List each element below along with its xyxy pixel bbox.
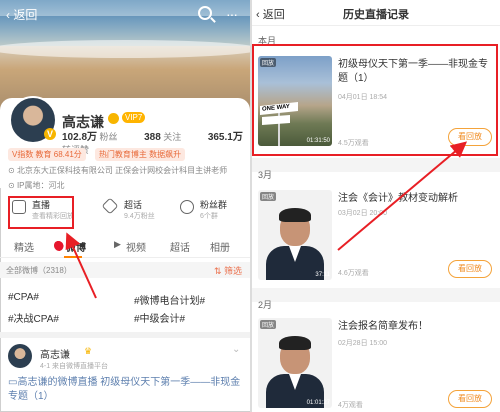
- playback-badge: 回放: [260, 58, 277, 67]
- fan-group-title: 粉丝群: [200, 200, 228, 210]
- follow-stat[interactable]: 388 关注: [144, 132, 193, 143]
- video-icon: ▶: [114, 239, 121, 249]
- hashtag-item[interactable]: #微博电台计划#: [134, 292, 205, 307]
- profile-tabs: 精选 微博 视频 超话 相册: [0, 236, 250, 258]
- section-label: 3月: [258, 170, 273, 180]
- record-thumbnail[interactable]: 回放 01:01:27: [258, 318, 332, 408]
- record-title: 初级母仪天下第一季——非现金专题（1）: [338, 59, 488, 84]
- hashtag-item[interactable]: #中级会计#: [134, 310, 185, 325]
- playback-badge: 回放: [260, 320, 277, 329]
- record-views: 4万观看: [338, 402, 363, 409]
- reposts-count: 365.1万: [207, 132, 243, 143]
- record-thumbnail[interactable]: 回放 37:11: [258, 190, 332, 280]
- replay-button[interactable]: 看回放: [448, 390, 492, 408]
- playback-badge: 回放: [260, 192, 277, 201]
- post-author[interactable]: 高志谦: [40, 346, 70, 361]
- post-text: ▭高志谦的微博直播 初级母仪天下第一季——非现金专题（1）: [8, 376, 244, 404]
- banner-wave: [0, 40, 250, 58]
- hashtag-item[interactable]: #决战CPA#: [8, 310, 59, 325]
- replay-button[interactable]: 看回放: [448, 260, 492, 278]
- follow-label: 关注: [163, 132, 182, 142]
- back-button-left[interactable]: ‹ 返回: [6, 6, 37, 23]
- vip-badge[interactable]: VIP7: [122, 112, 146, 123]
- tab-album[interactable]: 相册: [210, 239, 230, 254]
- follow-count: 388: [144, 132, 161, 143]
- super-topic-subtitle: 9.4万粉丝: [124, 213, 155, 220]
- record-title: 注会《会计》教材变动解析: [338, 193, 458, 204]
- tab-super-topic[interactable]: 超话: [170, 239, 190, 254]
- record-date: 03月02日 20:00: [338, 210, 388, 217]
- section-gap: [252, 288, 500, 302]
- ip-info: ⊙ IP属地：河北: [8, 181, 65, 190]
- crown-icon: ♛: [84, 346, 93, 356]
- super-topic-title: 超话: [124, 200, 143, 210]
- active-tab-indicator: [64, 256, 82, 258]
- company-text: 北京东大正保科技有限公司 正保会计网校会计科目主讲老师: [16, 166, 228, 175]
- live-record[interactable]: 回放 ONE WAY 01:31:50 初级母仪天下第一季——非现金专题（1） …: [258, 56, 494, 156]
- record-duration: 01:01:27: [306, 400, 330, 406]
- post-meta: 4-1 来自微博直播平台: [40, 363, 109, 370]
- fans-label: 粉丝: [99, 132, 118, 142]
- section-gap: [0, 332, 250, 338]
- section-label: 2月: [258, 300, 273, 310]
- chevron-down-icon[interactable]: ⌄: [232, 344, 240, 355]
- record-views: 4.6万观看: [338, 270, 369, 277]
- record-title: 注会报名简章发布！: [338, 321, 428, 332]
- ip-text: IP属地：河北: [16, 181, 65, 190]
- record-duration: 37:11: [315, 272, 330, 278]
- replay-button[interactable]: 看回放: [448, 128, 492, 146]
- person-hair: [279, 336, 311, 350]
- record-date: 04月01日 18:54: [338, 94, 388, 101]
- more-icon[interactable]: ···: [226, 6, 238, 22]
- tab-featured[interactable]: 精选: [14, 239, 34, 254]
- filter-button[interactable]: ⇅ 筛选: [214, 264, 242, 277]
- live-history-panel: ‹ 返回 历史直播记录 本月 回放 ONE WAY 01:31:50 初级母仪天…: [252, 0, 500, 412]
- live-record[interactable]: 回放 01:01:27 注会报名简章发布！ 02月28日 15:00 4万观看 …: [258, 318, 494, 412]
- hashtag-item[interactable]: #CPA#: [8, 292, 39, 303]
- record-date: 02月28日 15:00: [338, 340, 388, 347]
- diamond-icon: [101, 197, 119, 215]
- profile-tags: V指数 教育 68.41分 热门教育博主 数据飙升: [8, 148, 191, 161]
- hot-blogger-tag[interactable]: 热门教育博主 数据飙升: [94, 148, 186, 161]
- record-duration: 01:31:50: [306, 138, 330, 144]
- profile-topbar: ‹ 返回 ···: [0, 0, 250, 28]
- section-gap: [252, 158, 500, 172]
- search-icon[interactable]: [198, 6, 212, 20]
- company-info: ⊙ 北京东大正保科技有限公司 正保会计网校会计科目主讲老师: [8, 166, 228, 175]
- sign-board: [262, 115, 290, 125]
- page-title: 历史直播记录: [343, 9, 409, 21]
- v-index-tag[interactable]: V指数 教育 68.41分: [8, 148, 86, 161]
- filter-label: 筛选: [224, 266, 243, 276]
- live-record[interactable]: 回放 37:11 注会《会计》教材变动解析 03月02日 20:00 4.6万观…: [258, 190, 494, 290]
- filter-row: 全部微博（2318） ⇅ 筛选: [0, 262, 250, 278]
- person-hair: [279, 208, 311, 222]
- fans-stat[interactable]: 102.8万 粉丝: [62, 132, 130, 143]
- tab-weibo[interactable]: 微博: [66, 239, 86, 254]
- back-label: 返回: [13, 8, 38, 22]
- section-label: 本月: [258, 36, 277, 46]
- record-views: 4.5万观看: [338, 140, 369, 147]
- fan-group-icon: [180, 200, 194, 214]
- verified-badge-icon: [108, 113, 119, 124]
- verified-icon: V: [44, 128, 56, 140]
- post-link-text: 高志谦的微博直播: [17, 377, 98, 388]
- tab-video[interactable]: 视频: [126, 239, 146, 254]
- all-posts-label: 全部微博（2318）: [6, 266, 72, 275]
- post-avatar[interactable]: [8, 344, 32, 368]
- record-thumbnail[interactable]: 回放 ONE WAY 01:31:50: [258, 56, 332, 146]
- super-topic-feature[interactable]: 超话 9.4万粉丝: [101, 196, 164, 228]
- post-link[interactable]: ▭高志谦的微博直播: [8, 377, 97, 388]
- history-topbar: ‹ 返回 历史直播记录: [252, 0, 500, 26]
- fan-group-subtitle: 6个群: [200, 213, 218, 220]
- live-highlight-box: [8, 196, 74, 229]
- fans-count: 102.8万: [62, 132, 98, 143]
- weibo-logo-icon: [54, 240, 65, 251]
- fan-group-feature[interactable]: 粉丝群 6个群: [180, 196, 244, 228]
